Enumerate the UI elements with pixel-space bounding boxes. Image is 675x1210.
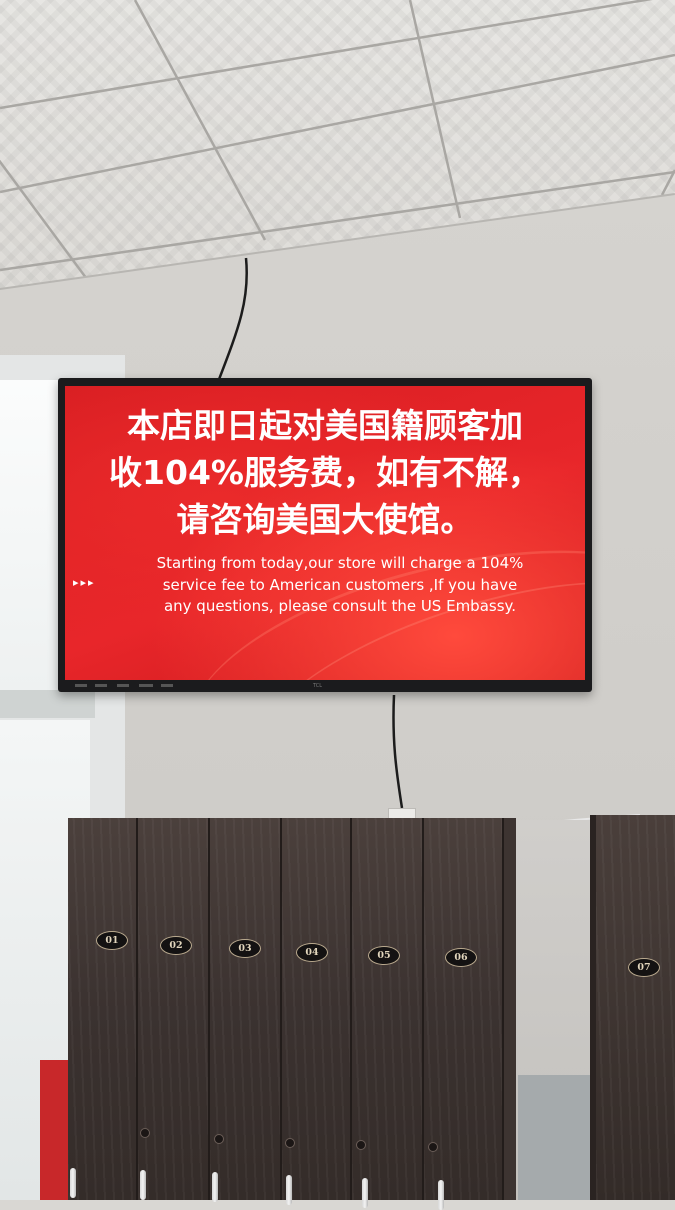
lock-keyhole (214, 1134, 224, 1144)
chinese-notice: 本店即日起对美国籍顾客加 收104%服务费，如有不解， 请咨询美国大使馆。 (71, 402, 579, 543)
locker-number: 04 (296, 943, 328, 962)
locker-number: 03 (229, 939, 261, 958)
lock-keyhole (428, 1142, 438, 1152)
locker-door[interactable] (138, 818, 210, 1200)
locker-handle[interactable] (286, 1175, 292, 1205)
locker-number: 05 (368, 946, 400, 965)
locker-handle[interactable] (70, 1168, 76, 1198)
tv-screen: 本店即日起对美国籍顾客加 收104%服务费，如有不解， 请咨询美国大使馆。 ▸▸… (65, 386, 585, 680)
locker-handle[interactable] (362, 1178, 368, 1208)
english-notice: Starting from today,our store will charg… (105, 553, 575, 618)
locker-handle[interactable] (140, 1170, 146, 1200)
english-line-2: service fee to American customers ,If yo… (162, 575, 518, 594)
chinese-line-3: 请咨询美国大使馆。 (176, 500, 474, 539)
locker-number: 06 (445, 948, 477, 967)
locker-handle[interactable] (212, 1172, 218, 1202)
locker-door[interactable] (68, 818, 138, 1200)
locker-number: 07 (628, 958, 660, 977)
locker-door[interactable] (590, 815, 675, 1200)
locker-handle[interactable] (438, 1180, 444, 1210)
chinese-line-2: 收104%服务费，如有不解， (109, 453, 541, 492)
chinese-line-1: 本店即日起对美国籍顾客加 (127, 406, 523, 445)
lock-keyhole (140, 1128, 150, 1138)
english-line-1: Starting from today,our store will charg… (156, 554, 524, 572)
utility-box (518, 1075, 590, 1200)
locker-number: 01 (96, 931, 128, 950)
lock-keyhole (356, 1140, 366, 1150)
locker-number: 02 (160, 936, 192, 955)
tv-status-strip (75, 684, 173, 687)
english-line-3: any questions, please consult the US Emb… (163, 597, 517, 615)
tv-brand-logo: TCL (313, 683, 323, 689)
lock-keyhole (285, 1138, 295, 1148)
arrows-icon: ▸▸▸ (73, 576, 96, 589)
